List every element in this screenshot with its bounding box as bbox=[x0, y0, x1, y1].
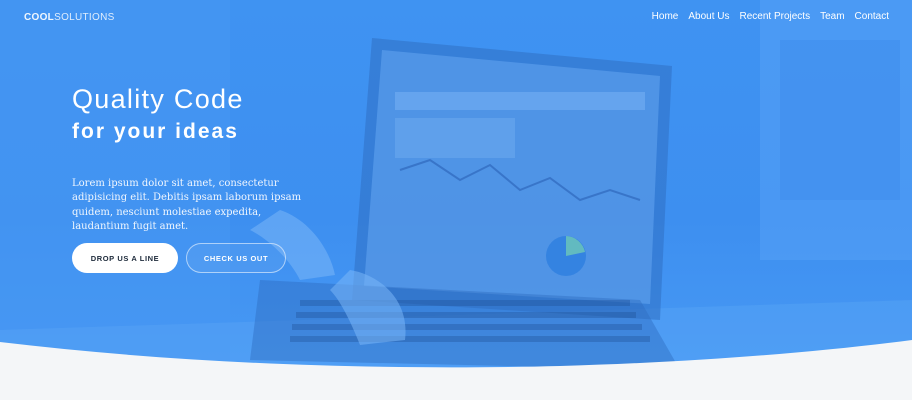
hero-section: COOLSOLUTIONS Home About Us Recent Proje… bbox=[0, 0, 912, 400]
hero-description: Lorem ipsum dolor sit amet, consectetur … bbox=[72, 178, 302, 232]
hero-title: Quality Code bbox=[72, 84, 244, 114]
nav-link-contact[interactable]: Contact bbox=[855, 11, 889, 22]
nav-link-recent-projects[interactable]: Recent Projects bbox=[739, 11, 810, 22]
hero-bottom-curve bbox=[0, 340, 912, 400]
drop-us-a-line-button[interactable]: DROP US A LINE bbox=[72, 243, 178, 273]
brand-logo[interactable]: COOLSOLUTIONS bbox=[24, 12, 115, 23]
nav-link-home[interactable]: Home bbox=[652, 11, 679, 22]
nav-menu: Home About Us Recent Projects Team Conta… bbox=[652, 11, 889, 22]
hero-subtitle: for your ideas bbox=[72, 120, 239, 143]
brand-logo-bold: COOL bbox=[24, 12, 55, 23]
nav-link-about-us[interactable]: About Us bbox=[688, 11, 729, 22]
top-navbar: COOLSOLUTIONS Home About Us Recent Proje… bbox=[0, 0, 912, 34]
nav-link-team[interactable]: Team bbox=[820, 11, 844, 22]
brand-logo-light: SOLUTIONS bbox=[54, 12, 115, 23]
check-us-out-button[interactable]: CHECK US OUT bbox=[186, 243, 286, 273]
